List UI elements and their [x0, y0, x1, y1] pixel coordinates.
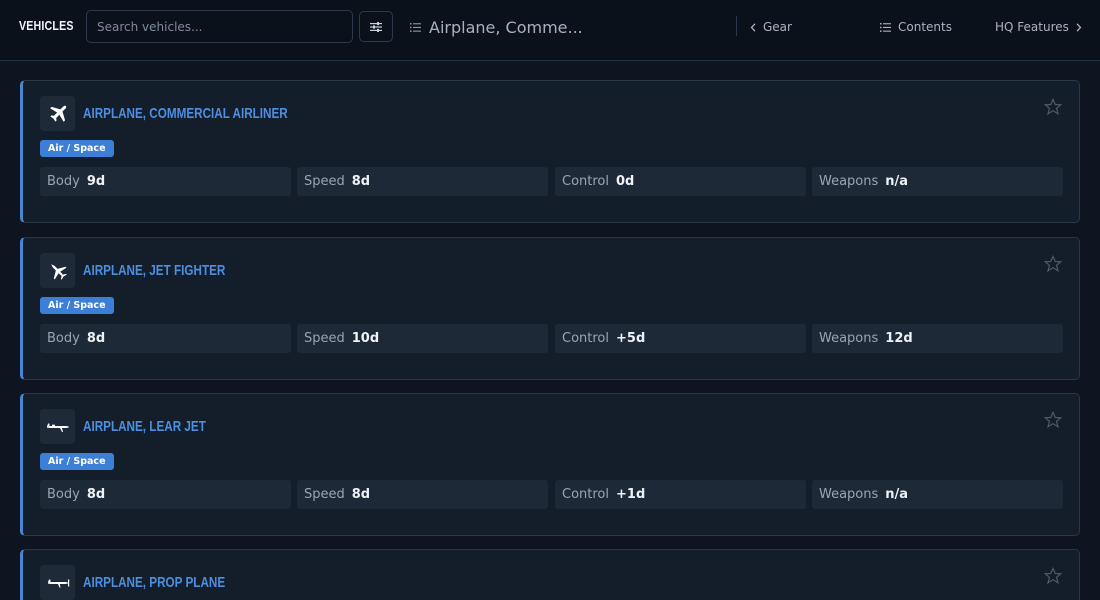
stat-value: +5d — [616, 331, 646, 346]
prop-plane-icon — [40, 565, 75, 600]
category-badge: Air / Space — [40, 453, 114, 470]
current-entry: Airplane, Comme... — [410, 14, 583, 40]
vehicle-title[interactable]: Airplane, Prop Plane — [83, 574, 225, 591]
stat-value: 9d — [86, 174, 106, 189]
lear-jet-icon — [40, 409, 75, 444]
next-link[interactable]: HQ Features — [995, 17, 1082, 37]
stat-value: 8d — [351, 487, 371, 502]
list-icon — [410, 22, 421, 32]
stat-label: Control — [562, 174, 609, 189]
star-icon[interactable] — [1043, 566, 1063, 586]
star-icon[interactable] — [1043, 254, 1063, 274]
stat-label: Weapons — [819, 331, 879, 346]
stat-label: Speed — [304, 331, 345, 346]
category-badge: Air / Space — [40, 297, 114, 314]
previous-link[interactable]: Gear — [750, 17, 792, 37]
stat-speed: Speed 8d — [297, 480, 548, 509]
stat-body: Body 9d — [40, 167, 291, 196]
stat-label: Body — [47, 487, 80, 502]
previous-link-label: Gear — [763, 20, 792, 34]
stat-value: 12d — [885, 331, 913, 346]
vehicle-card[interactable]: Airplane, Commercial Airliner Air / Spac… — [20, 80, 1080, 223]
category-badge: Air / Space — [40, 140, 114, 157]
stat-label: Control — [562, 487, 609, 502]
star-icon[interactable] — [1043, 97, 1063, 117]
stat-label: Speed — [304, 487, 345, 502]
stat-body: Body 8d — [40, 324, 291, 353]
stat-speed: Speed 10d — [297, 324, 548, 353]
vehicle-card[interactable]: Airplane, Prop Plane — [20, 549, 1080, 600]
stats-row: Body 8d Speed 10d Control +5d Weapons 12d — [40, 324, 1063, 353]
stat-label: Body — [47, 331, 80, 346]
jet-fighter-icon — [40, 253, 75, 288]
sliders-icon — [370, 21, 382, 32]
vehicle-title[interactable]: Airplane, Commercial Airliner — [83, 105, 288, 122]
stat-value: +1d — [616, 487, 646, 502]
filter-button[interactable] — [359, 11, 393, 42]
vehicle-card[interactable]: Airplane, Lear Jet Air / Space Body 8d Sp… — [20, 393, 1080, 536]
stats-row: Body 8d Speed 8d Control +1d Weapons n/a — [40, 480, 1063, 509]
stat-control: Control 0d — [555, 167, 806, 196]
next-link-label: HQ Features — [995, 20, 1069, 34]
stat-control: Control +1d — [555, 480, 806, 509]
stat-value: 8d — [351, 174, 371, 189]
contents-link[interactable]: Contents — [880, 17, 952, 37]
stat-value: n/a — [885, 174, 909, 189]
stats-row: Body 9d Speed 8d Control 0d Weapons n/a — [40, 167, 1063, 196]
stat-control: Control +5d — [555, 324, 806, 353]
stat-value: 0d — [616, 174, 635, 189]
chevron-left-icon — [750, 22, 756, 32]
stat-value: n/a — [885, 487, 909, 502]
stat-value: 10d — [351, 331, 380, 346]
vehicle-title[interactable]: Airplane, Lear Jet — [83, 418, 206, 435]
stat-value: 8d — [86, 331, 106, 346]
stat-label: Body — [47, 174, 80, 189]
stat-label: Weapons — [819, 174, 879, 189]
current-entry-label: Airplane, Comme... — [429, 17, 583, 37]
vehicle-card[interactable]: Airplane, Jet Fighter Air / Space Body 8d… — [20, 237, 1080, 380]
stat-body: Body 8d — [40, 480, 291, 509]
list-icon — [880, 22, 891, 32]
stat-weapons: Weapons n/a — [812, 167, 1063, 196]
search-input[interactable] — [86, 10, 353, 43]
contents-link-label: Contents — [898, 20, 952, 34]
top-bar: VEHICLES Airplane, Comme... Gear — [0, 0, 1100, 61]
stat-label: Speed — [304, 174, 345, 189]
header-divider — [736, 16, 737, 36]
stat-speed: Speed 8d — [297, 167, 548, 196]
stat-value: 8d — [86, 487, 106, 502]
stat-weapons: Weapons n/a — [812, 480, 1063, 509]
stat-label: Weapons — [819, 487, 879, 502]
star-icon[interactable] — [1043, 410, 1063, 430]
airliner-icon — [40, 96, 75, 131]
stat-weapons: Weapons 12d — [812, 324, 1063, 353]
chevron-right-icon — [1076, 22, 1082, 32]
stat-label: Control — [562, 331, 609, 346]
page-title: VEHICLES — [19, 18, 74, 33]
vehicle-title[interactable]: Airplane, Jet Fighter — [83, 262, 225, 279]
